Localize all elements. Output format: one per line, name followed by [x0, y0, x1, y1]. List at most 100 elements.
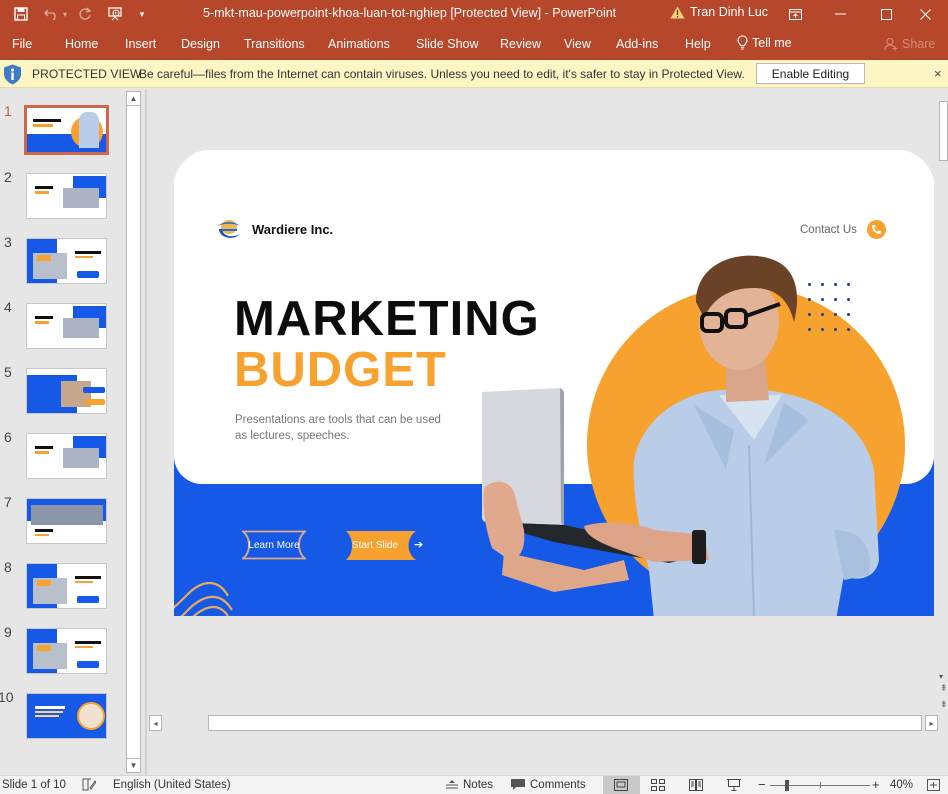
close-bar-icon[interactable]: ×: [934, 66, 942, 81]
slide-sorter-icon[interactable]: [651, 779, 665, 791]
tell-me-label: Tell me: [752, 35, 792, 50]
ribbon-display-options-icon[interactable]: [772, 0, 818, 28]
redo-icon[interactable]: [74, 0, 96, 28]
share-button[interactable]: Share: [884, 37, 935, 51]
thumbnail-number: 4: [4, 299, 12, 315]
slide-thumbnail[interactable]: [26, 498, 107, 544]
thumbnail-number: 9: [4, 624, 12, 640]
zoom-level[interactable]: 40%: [890, 779, 913, 791]
save-icon[interactable]: [10, 0, 32, 28]
tab-slide-show[interactable]: Slide Show: [416, 37, 479, 51]
headline-budget: BUDGET: [234, 343, 447, 397]
thumbnails-scrollbar[interactable]: ▲ ▼: [126, 91, 141, 773]
user-name: Tran Dinh Luc: [690, 5, 769, 19]
present-from-start-icon[interactable]: [104, 0, 126, 28]
thumbnail-number: 8: [4, 559, 12, 575]
warning-icon: [670, 6, 685, 18]
person-with-laptop-image: [482, 255, 879, 616]
slide-thumbnail[interactable]: [26, 238, 107, 284]
slide-thumbnail[interactable]: [24, 105, 109, 155]
undo-icon[interactable]: [40, 0, 62, 28]
tab-animations[interactable]: Animations: [328, 37, 390, 51]
protected-view-label: PROTECTED VIEW: [32, 67, 142, 81]
thumbnail-number: 2: [4, 169, 12, 185]
ribbon-tabs: File Home Insert Design Transitions Anim…: [0, 28, 948, 60]
horizontal-scrollbar[interactable]: ◂ ▸: [149, 715, 938, 731]
tab-home[interactable]: Home: [65, 37, 98, 51]
slide-subtitle: Presentations are tools that can be used…: [235, 414, 441, 442]
tell-me-search[interactable]: Tell me: [737, 35, 792, 50]
person-add-icon: [884, 37, 898, 51]
tab-view[interactable]: View: [564, 37, 591, 51]
next-slide-icon[interactable]: ⇟: [940, 700, 948, 709]
tab-add-ins[interactable]: Add-ins: [616, 37, 658, 51]
protected-view-message: Be careful—files from the Internet can c…: [139, 67, 745, 81]
share-label: Share: [902, 37, 936, 51]
document-title: 5-mkt-mau-powerpoint-khoa-luan-tot-nghie…: [203, 6, 617, 20]
notes-button[interactable]: Notes: [446, 779, 493, 791]
zoom-slider-center-mark: [820, 782, 821, 788]
comments-button[interactable]: Comments: [511, 779, 586, 791]
slide-indicator: Slide 1 of 10: [2, 779, 66, 791]
zoom-out-button[interactable]: −: [758, 777, 766, 792]
lightbulb-icon: [737, 35, 748, 50]
slide-corner: [855, 150, 934, 229]
scroll-right-icon[interactable]: ▸: [925, 715, 938, 731]
close-window-button[interactable]: [902, 0, 948, 28]
thumbnail-number: 7: [4, 494, 12, 510]
scroll-left-icon[interactable]: ◂: [149, 715, 162, 731]
slide-thumbnail[interactable]: [26, 303, 107, 349]
zoom-in-button[interactable]: +: [872, 777, 880, 792]
thumbnail-number: 6: [4, 429, 12, 445]
thumbnail-number: 5: [4, 364, 12, 380]
tab-transitions[interactable]: Transitions: [244, 37, 305, 51]
scroll-down-icon[interactable]: ▼: [127, 758, 140, 772]
comments-label: Comments: [530, 779, 586, 791]
tab-insert[interactable]: Insert: [125, 37, 156, 51]
arc-decoration: [174, 582, 233, 616]
arrow-right-icon: ➔: [414, 539, 424, 551]
tab-design[interactable]: Design: [181, 37, 220, 51]
customize-toolbar-icon[interactable]: ▾: [135, 0, 149, 28]
vertical-scroll-thumb[interactable]: [939, 101, 948, 161]
powerpoint-window: ▾ ▾ 5-mkt-mau-powerpoint-khoa-luan-tot-n…: [0, 0, 948, 794]
slide-thumbnail[interactable]: [26, 563, 107, 609]
tab-help[interactable]: Help: [685, 37, 711, 51]
slide-thumbnail[interactable]: [26, 368, 107, 414]
spell-check-icon[interactable]: [82, 778, 96, 791]
shield-info-icon: [4, 64, 21, 85]
language-indicator[interactable]: English (United States): [113, 779, 231, 791]
previous-slide-icon[interactable]: ⇞: [940, 684, 948, 693]
slide-thumbnails-pane: 1 2 3 4 5 6 7 8 9 10 ▲ ▼: [0, 89, 145, 775]
minimize-button[interactable]: [817, 0, 863, 28]
thumbnail-number: 3: [4, 234, 12, 250]
thumbnail-number: 10: [0, 689, 14, 705]
company-name: Wardiere Inc.: [252, 221, 334, 237]
notes-label: Notes: [463, 779, 494, 791]
slide-show-icon[interactable]: [727, 779, 741, 791]
slide-thumbnail[interactable]: [26, 173, 107, 219]
enable-editing-button[interactable]: Enable Editing: [756, 63, 865, 84]
slide-thumbnail[interactable]: [26, 628, 107, 674]
company-logo: Wardiere Inc.: [216, 217, 333, 241]
scroll-up-icon[interactable]: ▲: [127, 92, 140, 106]
slide-corner: [174, 150, 253, 229]
tab-review[interactable]: Review: [500, 37, 541, 51]
slide-canvas[interactable]: Wardiere Inc. Contact Us MARKETING BUDGE…: [174, 150, 934, 616]
protected-view-bar: PROTECTED VIEW Be careful—files from the…: [0, 60, 948, 88]
fit-slide-icon[interactable]: [927, 779, 940, 791]
account-area[interactable]: Tran Dinh Luc: [670, 5, 768, 19]
tab-file[interactable]: File: [12, 37, 32, 51]
slide-thumbnail[interactable]: [26, 433, 107, 479]
vertical-scrollbar[interactable]: [939, 91, 948, 681]
thumbnail-number: 1: [4, 103, 12, 119]
slide-thumbnail[interactable]: [26, 693, 107, 739]
normal-view-icon[interactable]: [614, 779, 628, 791]
learn-more-button[interactable]: Learn More: [242, 530, 306, 560]
horizontal-scroll-thumb[interactable]: [208, 715, 922, 731]
zoom-slider-handle[interactable]: [785, 780, 789, 791]
reading-view-icon[interactable]: [689, 779, 703, 791]
undo-dropdown-icon[interactable]: ▾: [60, 0, 70, 28]
start-slide-button[interactable]: Start Slide: [340, 531, 410, 560]
status-bar: Slide 1 of 10 English (United States) No…: [0, 775, 948, 794]
